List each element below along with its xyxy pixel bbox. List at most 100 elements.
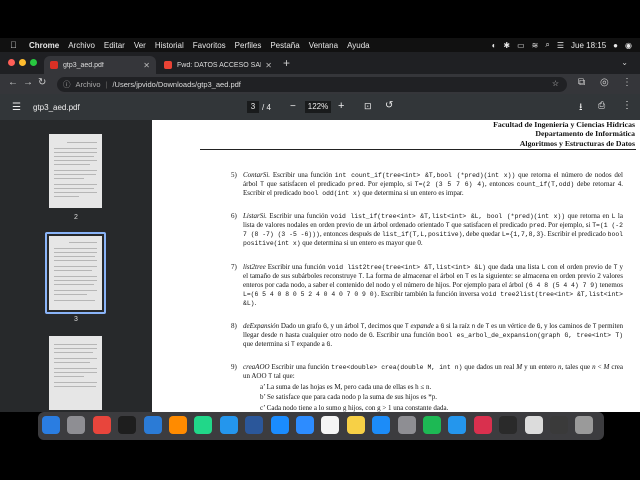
exercise-number: 6) (231, 212, 237, 220)
thumbnail-page-4[interactable] (49, 336, 102, 410)
menu-app-name[interactable]: Chrome (29, 41, 59, 50)
rotate-icon[interactable]: ↺ (385, 100, 393, 111)
wifi-icon[interactable]: ≋ (532, 41, 539, 50)
dock-files-icon[interactable] (524, 416, 543, 434)
menu-historial[interactable]: Historial (155, 41, 184, 50)
pdf-file-icon (50, 61, 58, 69)
chrome-menu-icon[interactable]: ⋮ (622, 77, 632, 88)
header-faculty: Facultad de Ingeniería y Ciencias Hídric… (493, 120, 635, 129)
dock-chrome-icon[interactable] (92, 416, 111, 434)
close-tab-icon[interactable]: ✕ (143, 61, 150, 70)
dock-terminal-icon[interactable] (118, 416, 137, 434)
dock-screen-icon[interactable] (550, 416, 568, 434)
address-bar[interactable]: ⓘ Archivo | /Users/jpvido/Downloads/gtp3… (57, 77, 567, 92)
dock-settings-icon[interactable] (397, 416, 416, 434)
subitem-a: a’ La suma de las hojas es M, pero cada … (260, 383, 432, 391)
dock-spotify-icon[interactable] (423, 416, 441, 434)
tab-strip: gtp3_aed.pdf ✕ Fwd: DATOS ACCESO SALA M.… (0, 52, 640, 74)
exercise-number: 9) (231, 363, 237, 371)
fit-page-icon[interactable]: ⊡ (364, 101, 372, 112)
zoom-out-button[interactable]: − (290, 101, 296, 112)
more-options-icon[interactable]: ⋮ (622, 100, 632, 111)
dock-safari-icon[interactable] (270, 416, 289, 434)
apple-icon[interactable]:  (10, 40, 20, 50)
siri-icon[interactable]: ◉ (625, 41, 632, 50)
menu-pestana[interactable]: Pestaña (270, 41, 299, 50)
dock-sublime-icon[interactable] (169, 416, 187, 434)
thumbnail-page-3[interactable] (49, 236, 102, 310)
header-department: Departamento de Informática (535, 129, 635, 138)
forward-button[interactable]: → (23, 77, 33, 88)
exercise-number: 5) (231, 171, 237, 179)
page-number-input[interactable]: 3 (247, 101, 259, 113)
status-circle-icon[interactable]: ◐ (492, 41, 497, 50)
extensions-icon[interactable]: ⧉ (578, 77, 585, 88)
exercise-8: 8) deExpansión Dado un grafo G, y un árb… (231, 322, 624, 349)
menu-ayuda[interactable]: Ayuda (347, 41, 370, 50)
macos-menubar:  Chrome Archivo Editar Ver Historial Fa… (0, 38, 640, 52)
window-zoom-button[interactable] (30, 59, 37, 66)
close-tab-icon[interactable]: ✕ (265, 61, 272, 70)
profile-icon[interactable]: ◎ (600, 77, 609, 88)
pdf-title: gtp3_aed.pdf (33, 103, 80, 112)
menu-perfiles[interactable]: Perfiles (235, 41, 262, 50)
bluetooth-icon[interactable]: ✱ (503, 41, 510, 50)
pdf-document-area[interactable]: Facultad de Ingeniería y Ciencias Hídric… (152, 120, 640, 412)
reload-button[interactable]: ↻ (38, 77, 46, 88)
tab-pdf[interactable]: gtp3_aed.pdf ✕ (44, 56, 156, 74)
thumbnail-number: 2 (74, 214, 78, 221)
menu-archivo[interactable]: Archivo (68, 41, 95, 50)
subitem-b: b’ Se satisface que para cada nodo p la … (260, 393, 437, 401)
page-total: / 4 (262, 103, 271, 112)
search-icon[interactable]: ⌕ (545, 40, 549, 50)
zoom-input[interactable]: 122% (305, 101, 331, 113)
tab-search-icon[interactable]: ⌄ (621, 58, 628, 67)
exercise-text: ListarSi. Escribir una función void list… (243, 212, 624, 248)
dock-clion-icon[interactable] (473, 416, 492, 434)
exercise-5: 5) ContarSi. Escribir una función int co… (231, 171, 623, 198)
download-icon[interactable]: ⭳ (579, 100, 583, 117)
dock-docker-icon[interactable] (448, 416, 467, 434)
menu-ventana[interactable]: Ventana (309, 41, 338, 50)
menubar-clock[interactable]: Jue 18:15 (571, 41, 606, 50)
url-text[interactable]: /Users/jpvido/Downloads/gtp3_aed.pdf (112, 80, 240, 89)
menu-ver[interactable]: Ver (134, 41, 146, 50)
dock-pycharm-icon[interactable] (194, 416, 213, 434)
dock-vs-code-icon[interactable] (143, 416, 162, 434)
tab-gmail[interactable]: Fwd: DATOS ACCESO SALA M... ✕ (158, 56, 278, 74)
dock-zoom-icon[interactable] (296, 416, 314, 434)
sidebar-menu-icon[interactable]: ☰ (12, 102, 21, 113)
menu-favoritos[interactable]: Favoritos (193, 41, 226, 50)
thumbnail-page-2[interactable] (49, 134, 102, 208)
file-info-icon[interactable]: ⓘ (63, 79, 71, 90)
exercise-text: ContarSi. Escribir una función int count… (243, 171, 623, 198)
menu-editar[interactable]: Editar (104, 41, 125, 50)
back-button[interactable]: ← (8, 77, 18, 88)
control-center-icon[interactable]: ☰ (557, 41, 564, 50)
new-tab-button[interactable]: + (283, 56, 290, 70)
user-avatar-icon[interactable]: ● (613, 41, 618, 50)
exercise-6: 6) ListarSi. Escribir una función void l… (231, 212, 624, 248)
dock-launchpad-icon[interactable] (67, 416, 86, 434)
window-minimize-button[interactable] (19, 59, 26, 66)
dock-word-icon[interactable] (245, 416, 264, 434)
url-separator: | (105, 80, 108, 89)
thumbnail-number: 3 (74, 316, 78, 323)
dock-trash-icon[interactable] (575, 416, 594, 434)
pdf-toolbar: ☰ gtp3_aed.pdf 3 / 4 − 122% + ⊡ ↺ ⭳ ⎙ ⋮ (0, 94, 640, 120)
tab-label: Fwd: DATOS ACCESO SALA M... (177, 61, 261, 69)
bookmark-star-icon[interactable]: ☆ (552, 79, 559, 88)
dock-finder-icon[interactable] (42, 416, 60, 434)
dock-calendar-icon[interactable] (321, 416, 340, 434)
battery-icon[interactable]: ▭ (517, 41, 525, 50)
header-course: Algoritmos y Estructuras de Datos (519, 139, 635, 148)
tab-label: gtp3_aed.pdf (63, 61, 104, 69)
zoom-in-button[interactable]: + (338, 100, 344, 112)
print-icon[interactable]: ⎙ (598, 100, 605, 111)
dock-console-icon[interactable] (499, 416, 518, 434)
dock-app-store-icon[interactable] (372, 416, 391, 434)
dock-notes-icon[interactable] (346, 416, 365, 434)
window-close-button[interactable] (8, 59, 15, 66)
dock-docker-icon[interactable] (219, 416, 238, 434)
exercise-text: deExpansión Dado un grafo G, y un árbol … (243, 322, 624, 349)
